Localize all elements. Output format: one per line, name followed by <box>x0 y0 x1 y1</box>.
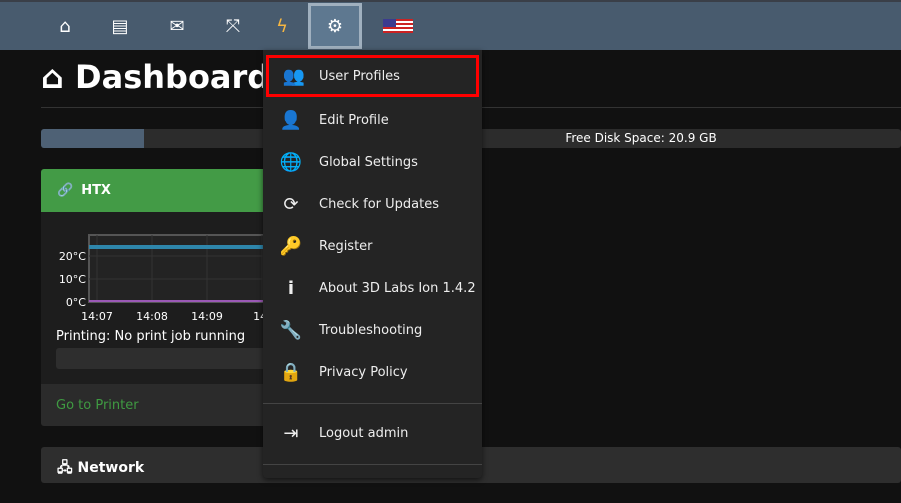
page-title: ⌂ Dashboard <box>41 58 271 96</box>
lightning-icon[interactable]: ϟ <box>262 2 302 50</box>
network-icon: 🖧 <box>57 460 78 476</box>
menu-item-user-profiles[interactable]: 👥 User Profiles <box>266 55 479 97</box>
menu-item-troubleshooting[interactable]: 🔧 Troubleshooting <box>263 309 482 351</box>
y-tick: 20°C <box>59 250 86 263</box>
menu-item-about[interactable]: i About 3D Labs Ion 1.4.2 <box>263 267 482 309</box>
link-icon: 🔗 <box>57 183 74 198</box>
user-icon: 👤 <box>279 109 303 131</box>
home-icon[interactable]: ⌂ <box>45 2 85 50</box>
x-tick: 14:09 <box>191 310 223 323</box>
x-tick: 14:08 <box>136 310 168 323</box>
menu-item-check-updates[interactable]: ⟳ Check for Updates <box>263 183 482 225</box>
key-icon: 🔑 <box>279 235 303 257</box>
fullscreen-icon[interactable]: ⤧ <box>213 2 253 50</box>
archive-icon[interactable]: ▤ <box>100 2 140 50</box>
menu-item-privacy-policy[interactable]: 🔒 Privacy Policy <box>263 351 482 393</box>
us-flag-icon[interactable] <box>378 2 418 50</box>
menu-item-edit-profile[interactable]: 👤 Edit Profile <box>263 99 482 141</box>
x-tick: 14:07 <box>81 310 113 323</box>
refresh-icon: ⟳ <box>283 193 299 215</box>
menu-item-logout[interactable]: ⇥ Logout admin <box>263 412 482 454</box>
menu-divider <box>263 403 482 404</box>
menu-item-global-settings[interactable]: 🌐 Global Settings <box>263 141 482 183</box>
home-icon: ⌂ <box>41 58 76 96</box>
menu-divider <box>263 464 482 465</box>
wrench-icon: 🔧 <box>279 319 303 341</box>
mail-icon[interactable]: ✉ <box>157 2 197 50</box>
y-tick: 10°C <box>59 273 86 286</box>
menu-item-register[interactable]: 🔑 Register <box>263 225 482 267</box>
users-icon: 👥 <box>282 65 306 87</box>
logout-icon: ⇥ <box>283 422 299 444</box>
lock-icon: 🔒 <box>279 361 303 383</box>
info-icon: i <box>287 277 295 299</box>
top-navbar: ⌂ ▤ ✉ ⤧ ϟ ⚙ <box>0 0 901 50</box>
print-status: Printing: No print job running <box>56 329 246 344</box>
gear-icon[interactable]: ⚙ <box>308 3 362 49</box>
settings-dropdown-menu: 👥 User Profiles 👤 Edit Profile 🌐 Global Set… <box>263 50 482 478</box>
y-tick: 0°C <box>66 296 86 309</box>
globe-icon: 🌐 <box>279 151 303 173</box>
